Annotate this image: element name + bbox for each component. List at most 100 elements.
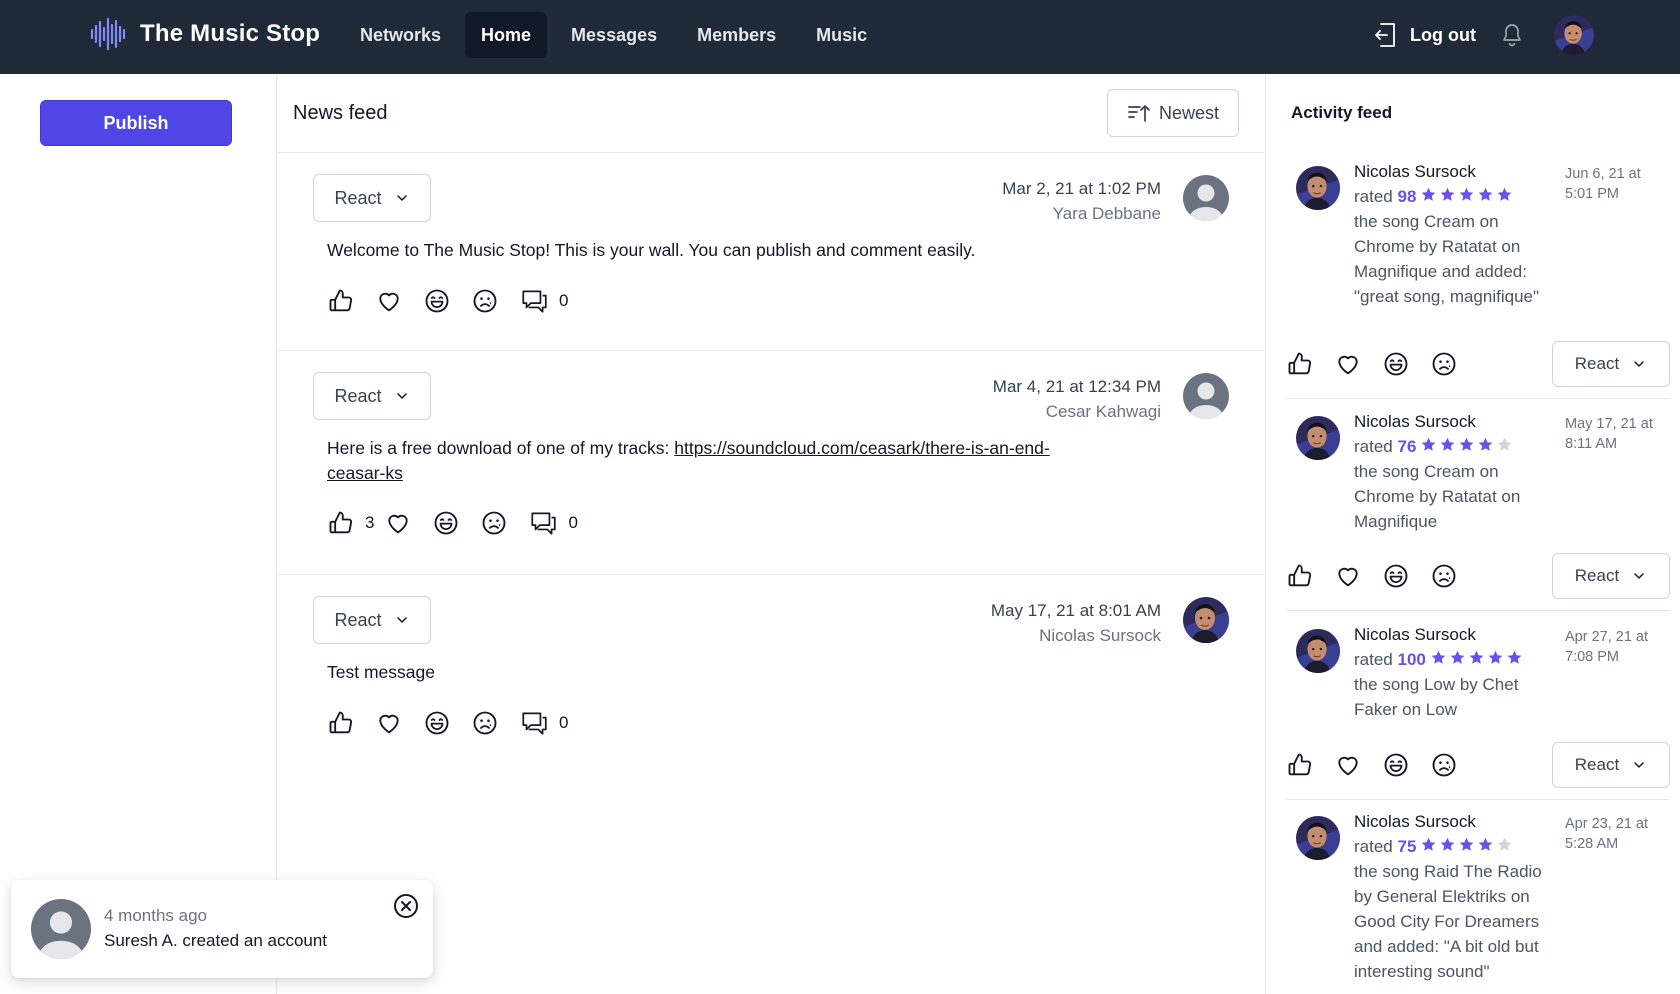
react-dropdown[interactable]: React [1552, 341, 1670, 387]
rated-word: rated [1354, 437, 1393, 456]
app-logo[interactable]: The Music Stop [90, 17, 320, 51]
sad-button[interactable] [471, 709, 499, 737]
react-dropdown[interactable]: React [1552, 553, 1670, 599]
close-circle-icon [394, 894, 418, 918]
star-icon [1488, 650, 1503, 664]
activity-description: the song Low by Chet Faker on Low [1354, 675, 1519, 719]
thumbs-up-icon [1288, 753, 1312, 776]
author-avatar[interactable] [1183, 373, 1229, 419]
like-count: 3 [365, 513, 375, 532]
sort-label: Newest [1158, 102, 1220, 123]
toast-close-button[interactable] [392, 892, 420, 920]
post-text-content: Here is a free download of one of my tra… [327, 438, 675, 458]
chevron-down-icon [396, 393, 407, 399]
nav-members[interactable]: Members [681, 12, 792, 58]
like-button[interactable] [327, 709, 355, 737]
notifications-button[interactable] [1500, 22, 1524, 48]
star-icon [1441, 187, 1455, 201]
love-button[interactable] [1334, 562, 1362, 590]
activity-avatar[interactable] [1296, 416, 1340, 460]
comments-button[interactable] [528, 509, 558, 537]
activity-time: May 17, 21 at 8:11 AM [1565, 416, 1653, 452]
star-icon [1460, 437, 1474, 451]
sad-button[interactable] [1430, 350, 1458, 378]
star-icon [1479, 837, 1493, 851]
like-button[interactable] [327, 287, 355, 315]
rating-stars [1420, 186, 1513, 203]
love-button[interactable] [375, 287, 403, 315]
react-dropdown[interactable]: React [313, 596, 431, 644]
laugh-icon [435, 511, 458, 535]
laugh-button[interactable] [423, 709, 451, 737]
love-button[interactable] [384, 509, 412, 537]
post-author[interactable]: Cesar Kahwagi [993, 399, 1161, 424]
star-icon [1441, 437, 1455, 451]
laugh-button[interactable] [1382, 562, 1410, 590]
notification-toast: 4 months ago Suresh A. created an accoun… [11, 880, 433, 978]
comments-icon [522, 290, 547, 313]
comments-button[interactable] [519, 287, 549, 315]
heart-icon [1338, 355, 1358, 375]
activity-user[interactable]: Nicolas Sursock [1354, 622, 1550, 647]
react-label: React [334, 187, 382, 208]
logout-button[interactable]: Log out [1372, 21, 1476, 49]
sad-button[interactable] [480, 509, 508, 537]
comment-count: 0 [568, 513, 578, 532]
activity-user[interactable]: Nicolas Sursock [1354, 409, 1550, 434]
activity-feed: Activity feed Nicolas Sursock rated 98 t… [1265, 74, 1680, 994]
laugh-button[interactable] [432, 509, 460, 537]
react-dropdown[interactable]: React [313, 174, 431, 222]
like-button[interactable] [1286, 562, 1314, 590]
post-author[interactable]: Nicolas Sursock [991, 623, 1161, 648]
post-author[interactable]: Yara Debbane [1002, 201, 1161, 226]
activity-user[interactable]: Nicolas Sursock [1354, 809, 1550, 834]
sad-button[interactable] [1430, 562, 1458, 590]
main-nav: Networks Home Messages Members Music [344, 12, 883, 58]
activity-avatar[interactable] [1296, 166, 1340, 210]
post-meta: Mar 2, 21 at 1:02 PM Yara Debbane [1002, 176, 1161, 226]
love-button[interactable] [1334, 751, 1362, 779]
like-button[interactable] [1286, 751, 1314, 779]
activity-description: the song Raid The Radio by General Elekt… [1354, 862, 1542, 981]
rating-value: 100 [1397, 650, 1426, 669]
activity-description: the song Cream on Chrome by Ratatat on M… [1354, 462, 1521, 531]
sort-button[interactable]: Newest [1107, 89, 1239, 137]
sad-button[interactable] [1430, 751, 1458, 779]
laugh-icon [1384, 753, 1408, 777]
left-sidebar: Publish [0, 74, 277, 994]
nav-networks[interactable]: Networks [344, 12, 457, 58]
activity-avatar[interactable] [1296, 816, 1340, 860]
activity-avatar[interactable] [1296, 629, 1340, 673]
star-icon [1431, 650, 1446, 664]
thumbs-up-icon [329, 289, 353, 312]
laugh-button[interactable] [1382, 751, 1410, 779]
post-text: Test message [327, 662, 435, 682]
post-text: Here is a free download of one of my tra… [327, 436, 1107, 486]
post: React May 17, 21 at 8:01 AM Nicolas Surs… [278, 575, 1264, 775]
author-avatar[interactable] [1183, 175, 1229, 221]
star-icon [1441, 837, 1455, 851]
comments-icon [531, 512, 557, 535]
author-avatar[interactable] [1183, 597, 1229, 643]
comments-button[interactable] [519, 709, 549, 737]
rated-word: rated [1354, 650, 1393, 669]
star-icon [1450, 650, 1465, 664]
react-dropdown[interactable]: React [1552, 742, 1670, 788]
sad-icon [483, 511, 506, 535]
react-dropdown[interactable]: React [313, 372, 431, 420]
like-button[interactable] [327, 509, 355, 537]
like-button[interactable] [1286, 350, 1314, 378]
love-button[interactable] [1334, 350, 1362, 378]
sad-button[interactable] [471, 287, 499, 315]
laugh-button[interactable] [423, 287, 451, 315]
nav-music[interactable]: Music [800, 12, 883, 58]
user-avatar[interactable] [1554, 15, 1594, 55]
love-button[interactable] [375, 709, 403, 737]
laugh-button[interactable] [1382, 350, 1410, 378]
activity-user[interactable]: Nicolas Sursock [1354, 159, 1550, 184]
nav-messages[interactable]: Messages [555, 12, 673, 58]
laugh-icon [1384, 352, 1408, 376]
nav-home[interactable]: Home [465, 12, 548, 58]
publish-button[interactable]: Publish [40, 100, 232, 146]
chevron-down-icon [1634, 762, 1644, 768]
